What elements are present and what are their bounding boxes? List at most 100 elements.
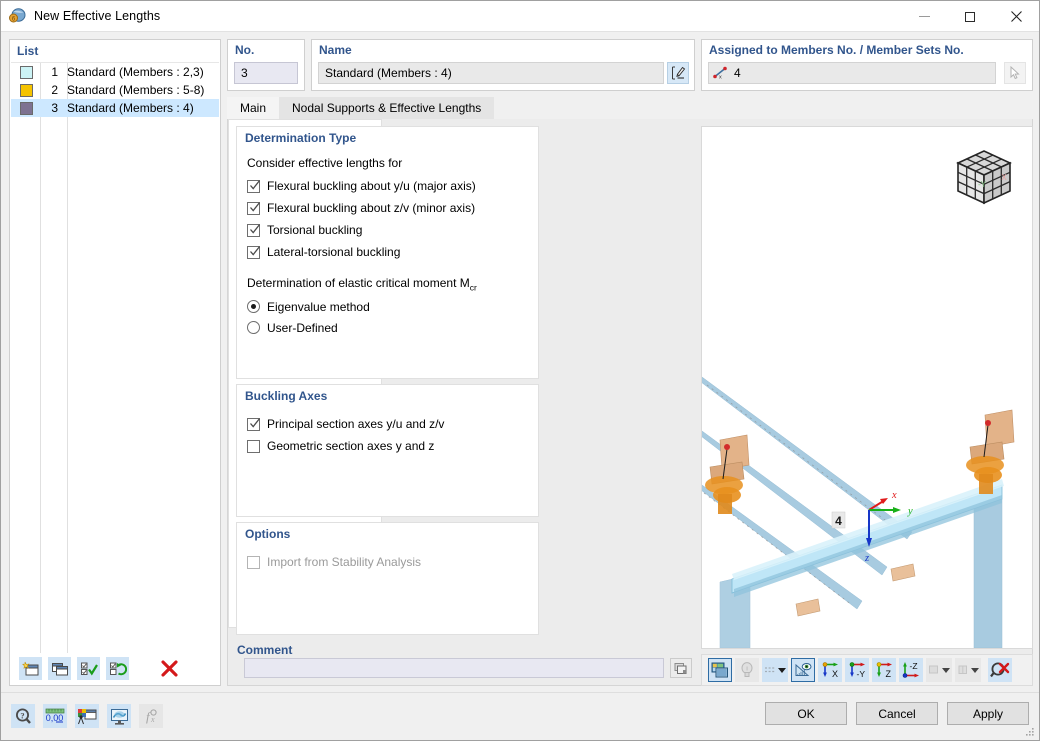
- checkbox-import-from-stability-analysis[interactable]: Import from Stability Analysis: [237, 551, 538, 573]
- maximize-button[interactable]: [947, 1, 993, 32]
- svg-text:X: X: [1001, 173, 1007, 182]
- resize-grip[interactable]: [1024, 726, 1036, 738]
- comment-input[interactable]: [244, 658, 664, 678]
- radio-user-defined[interactable]: User-Defined: [237, 317, 538, 338]
- comment-group: Comment: [236, 639, 701, 677]
- list-item-selected[interactable]: 3 Standard (Members : 4): [11, 99, 219, 117]
- local-axis-x-label: x: [891, 490, 897, 501]
- number-field-label: No.: [228, 40, 304, 57]
- number-input[interactable]: 3: [234, 62, 298, 84]
- list-item-number: 2: [41, 83, 63, 97]
- minimize-button[interactable]: [901, 1, 947, 32]
- checkbox-geometric-section-axes[interactable]: Geometric section axes y and z: [237, 435, 538, 457]
- delete-item-button[interactable]: [158, 657, 181, 680]
- list-item-label: Standard (Members : 2,3): [63, 65, 204, 79]
- list-panel-title: List: [10, 40, 220, 61]
- list-item[interactable]: 2 Standard (Members : 5-8): [11, 81, 219, 99]
- pick-in-model-button[interactable]: [1004, 62, 1026, 84]
- zoom-reset-button[interactable]: [988, 658, 1012, 682]
- dialog-window: 6 New Effective Lengths List 1 Standard …: [0, 0, 1040, 741]
- checkbox-box: [247, 556, 260, 569]
- view-in-z-button[interactable]: Z: [872, 658, 896, 682]
- consider-effective-lengths-label: Consider effective lengths for: [237, 145, 538, 170]
- checkbox-box: [247, 440, 260, 453]
- checkbox-torsional-buckling[interactable]: Torsional buckling: [237, 219, 538, 241]
- check-all-button[interactable]: [77, 657, 100, 680]
- radio-label: User-Defined: [267, 321, 338, 335]
- checkbox-label: Geometric section axes y and z: [267, 439, 434, 453]
- moment-subscript: cr: [470, 282, 477, 292]
- tab-strip: Main Nodal Supports & Effective Lengths: [227, 97, 1033, 119]
- list-item[interactable]: 1 Standard (Members : 2,3): [11, 63, 219, 81]
- options-title: Options: [237, 523, 538, 541]
- list-item-label: Standard (Members : 4): [63, 101, 194, 115]
- name-field-group: Name Standard (Members : 4): [311, 39, 695, 91]
- list-item-number: 3: [41, 101, 63, 115]
- display-options-dropdown[interactable]: [762, 658, 788, 682]
- name-edit-button[interactable]: [667, 62, 689, 84]
- svg-text:X: X: [832, 669, 838, 679]
- close-button[interactable]: [993, 1, 1039, 32]
- new-item-button[interactable]: [19, 657, 42, 680]
- svg-text:x: x: [150, 715, 155, 724]
- color-swatch: [11, 66, 41, 79]
- tab-main[interactable]: Main: [227, 97, 279, 119]
- checkbox-box: [247, 180, 260, 193]
- local-axis-z-label: z: [864, 553, 869, 564]
- local-axis-y-label: y: [907, 506, 913, 517]
- buckling-axes-title: Buckling Axes: [237, 385, 538, 403]
- number-field-group: No. 3: [227, 39, 305, 91]
- checkbox-flexural-buckling-y[interactable]: Flexural buckling about y/u (major axis): [237, 175, 538, 197]
- model-dropdown: [955, 658, 981, 682]
- svg-text:x: x: [719, 75, 722, 81]
- comment-library-button[interactable]: [670, 658, 692, 678]
- chevron-down-icon: [971, 668, 979, 673]
- units-decimal-places-button[interactable]: 0,00: [43, 704, 67, 728]
- checkbox-principal-section-axes[interactable]: Principal section axes y/u and z/v: [237, 413, 538, 435]
- chevron-down-icon: [778, 668, 786, 673]
- color-swatch: [11, 84, 41, 97]
- view-in-negative-z-button[interactable]: -Z: [899, 658, 923, 682]
- display-properties-button[interactable]: [75, 704, 99, 728]
- svg-text:-Y: -Y: [857, 669, 866, 679]
- visibility-button[interactable]: [791, 658, 815, 682]
- render-mode-button[interactable]: [708, 658, 732, 682]
- color-swatch: [11, 102, 41, 115]
- determination-type-title: Determination Type: [237, 127, 538, 145]
- checkbox-lateral-torsional-buckling[interactable]: Lateral-torsional buckling: [237, 241, 538, 263]
- cube-face-minus-y-label: -Y: [978, 180, 987, 189]
- apply-button[interactable]: Apply: [947, 702, 1029, 725]
- name-input[interactable]: Standard (Members : 4): [318, 62, 664, 84]
- ok-button[interactable]: OK: [765, 702, 847, 725]
- view-model-button[interactable]: [107, 704, 131, 728]
- name-field-label: Name: [312, 40, 694, 57]
- radio-eigenvalue-method[interactable]: Eigenvalue method: [237, 296, 538, 317]
- copy-item-button[interactable]: [48, 657, 71, 680]
- buckling-axes-group: Buckling Axes Principal section axes y/u…: [236, 384, 539, 517]
- checkbox-box: [247, 202, 260, 215]
- assigned-members-value: 4: [734, 66, 741, 80]
- checkbox-label: Torsional buckling: [267, 223, 362, 237]
- formula-button: f x: [139, 704, 163, 728]
- view-in-negative-y-button[interactable]: -Y: [845, 658, 869, 682]
- svg-text:i: i: [746, 667, 747, 673]
- options-group: Options Import from Stability Analysis: [236, 522, 539, 635]
- view-in-x-button[interactable]: X: [818, 658, 842, 682]
- chevron-down-icon: [942, 668, 950, 673]
- assigned-members-input[interactable]: x 4: [708, 62, 996, 84]
- effective-lengths-icon: 6: [8, 7, 26, 25]
- checkbox-box: [247, 246, 260, 259]
- refresh-selection-button[interactable]: [106, 657, 129, 680]
- list-body[interactable]: 1 Standard (Members : 2,3) 2 Standard (M…: [11, 62, 219, 653]
- list-panel: List 1 Standard (Members : 2,3) 2 Standa…: [9, 39, 221, 686]
- model-viewport[interactable]: 4: [701, 126, 1033, 649]
- comment-title: Comment: [236, 639, 701, 657]
- cancel-button[interactable]: Cancel: [856, 702, 938, 725]
- tab-nodal-supports-effective-lengths[interactable]: Nodal Supports & Effective Lengths: [279, 97, 494, 119]
- help-button[interactable]: ?: [11, 704, 35, 728]
- window-title: New Effective Lengths: [34, 9, 160, 23]
- determination-type-group: Determination Type Consider effective le…: [236, 126, 539, 379]
- checkbox-flexural-buckling-z[interactable]: Flexural buckling about z/v (minor axis): [237, 197, 538, 219]
- view-cube-icon[interactable]: -Y X: [948, 143, 1018, 216]
- checkbox-label: Lateral-torsional buckling: [267, 245, 400, 259]
